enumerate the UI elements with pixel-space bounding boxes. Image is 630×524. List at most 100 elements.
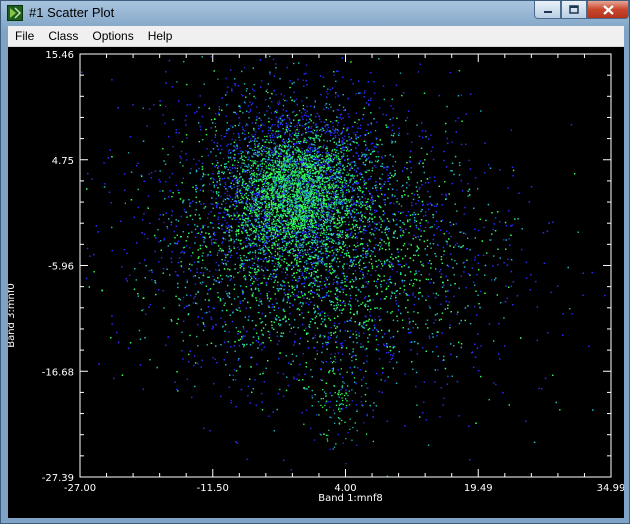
scatter-point xyxy=(229,196,231,198)
close-button[interactable] xyxy=(587,1,629,19)
scatter-point xyxy=(335,223,337,225)
menu-file[interactable]: File xyxy=(8,26,41,46)
scatter-point xyxy=(283,163,285,165)
scatter-point xyxy=(267,236,269,238)
scatter-point xyxy=(333,169,335,171)
scatter-point xyxy=(320,121,322,123)
scatter-point xyxy=(262,152,264,155)
scatter-point xyxy=(241,197,243,199)
title-bar[interactable]: #1 Scatter Plot xyxy=(1,1,629,25)
scatter-point xyxy=(315,136,318,138)
scatter-point xyxy=(303,214,306,216)
scatter-point xyxy=(224,198,227,201)
scatter-point xyxy=(310,168,312,171)
scatter-point xyxy=(248,165,250,167)
scatter-point xyxy=(214,134,217,136)
scatter-point xyxy=(258,312,260,314)
scatter-point xyxy=(230,201,232,203)
scatter-point xyxy=(275,170,277,172)
scatter-point xyxy=(359,178,362,181)
scatter-point xyxy=(269,107,271,109)
scatter-point xyxy=(303,178,306,180)
scatter-point xyxy=(256,173,258,175)
scatter-point xyxy=(268,246,270,248)
scatter-point xyxy=(234,208,236,210)
scatter-point xyxy=(258,247,261,249)
scatter-point xyxy=(298,154,300,156)
scatter-point xyxy=(312,149,314,151)
scatter-point xyxy=(297,217,299,219)
scatter-plot[interactable]: -27.00 -11.50 4.00 19.49 34.9915.464.75-5.96… xyxy=(8,47,624,518)
scatter-point xyxy=(357,158,359,160)
scatter-point xyxy=(292,174,294,177)
scatter-point xyxy=(279,116,281,118)
scatter-point xyxy=(300,231,302,233)
scatter-point xyxy=(244,165,246,168)
scatter-point xyxy=(367,207,369,209)
menu-class[interactable]: Class xyxy=(41,26,85,46)
scatter-point xyxy=(248,206,250,208)
scatter-point xyxy=(312,122,315,124)
scatter-point xyxy=(290,183,292,185)
scatter-point xyxy=(245,225,247,227)
menu-options[interactable]: Options xyxy=(85,26,140,46)
scatter-point xyxy=(231,150,234,152)
scatter-point xyxy=(211,139,213,141)
scatter-point xyxy=(321,232,324,235)
scatter-point xyxy=(320,251,322,254)
scatter-point xyxy=(337,70,339,73)
scatter-point xyxy=(231,180,233,182)
scatter-point xyxy=(223,198,225,200)
scatter-point xyxy=(266,167,268,169)
scatter-point xyxy=(354,188,356,190)
scatter-point xyxy=(225,166,227,169)
scatter-point xyxy=(347,113,349,115)
scatter-point xyxy=(304,221,306,223)
scatter-point xyxy=(325,158,327,160)
scatter-plot-area[interactable]: -27.00 -11.50 4.00 19.49 34.99 15.46 4.75 -5.96… xyxy=(8,47,624,518)
scatter-point xyxy=(297,132,300,134)
scatter-point xyxy=(221,178,224,180)
scatter-point xyxy=(267,181,269,184)
scatter-point xyxy=(316,180,318,182)
scatter-point xyxy=(371,148,373,151)
scatter-point xyxy=(294,209,296,211)
scatter-point xyxy=(309,138,311,140)
scatter-point xyxy=(307,262,309,264)
scatter-point xyxy=(283,212,285,215)
scatter-point xyxy=(285,277,287,279)
scatter-point xyxy=(325,199,327,201)
scatter-point xyxy=(298,163,300,165)
scatter-point xyxy=(298,168,300,170)
scatter-point xyxy=(288,114,290,116)
scatter-point xyxy=(267,132,269,134)
scatter-point xyxy=(285,199,287,201)
scatter-point xyxy=(263,124,265,127)
scatter-point xyxy=(299,179,301,181)
scatter-point xyxy=(364,156,366,158)
scatter-point xyxy=(305,232,308,234)
scatter-point xyxy=(217,212,220,214)
scatter-point xyxy=(308,197,310,199)
maximize-button[interactable] xyxy=(561,1,587,19)
scatter-point xyxy=(322,245,324,248)
scatter-point xyxy=(347,184,349,187)
scatter-point xyxy=(361,173,363,176)
minimize-button[interactable] xyxy=(534,1,561,19)
scatter-point xyxy=(367,205,369,207)
scatter-point xyxy=(306,212,309,214)
scatter-point xyxy=(278,158,280,160)
scatter-point xyxy=(336,218,339,220)
scatter-point xyxy=(305,263,308,265)
scatter-point xyxy=(415,213,417,216)
scatter-point xyxy=(282,199,284,201)
scatter-point xyxy=(254,134,256,136)
scatter-point xyxy=(307,159,309,161)
scatter-point xyxy=(327,197,329,199)
scatter-point xyxy=(268,291,270,293)
scatter-point xyxy=(298,215,300,217)
scatter-point xyxy=(271,125,273,127)
scatter-point xyxy=(301,246,303,248)
menu-help[interactable]: Help xyxy=(141,26,180,46)
scatter-point xyxy=(314,212,316,214)
